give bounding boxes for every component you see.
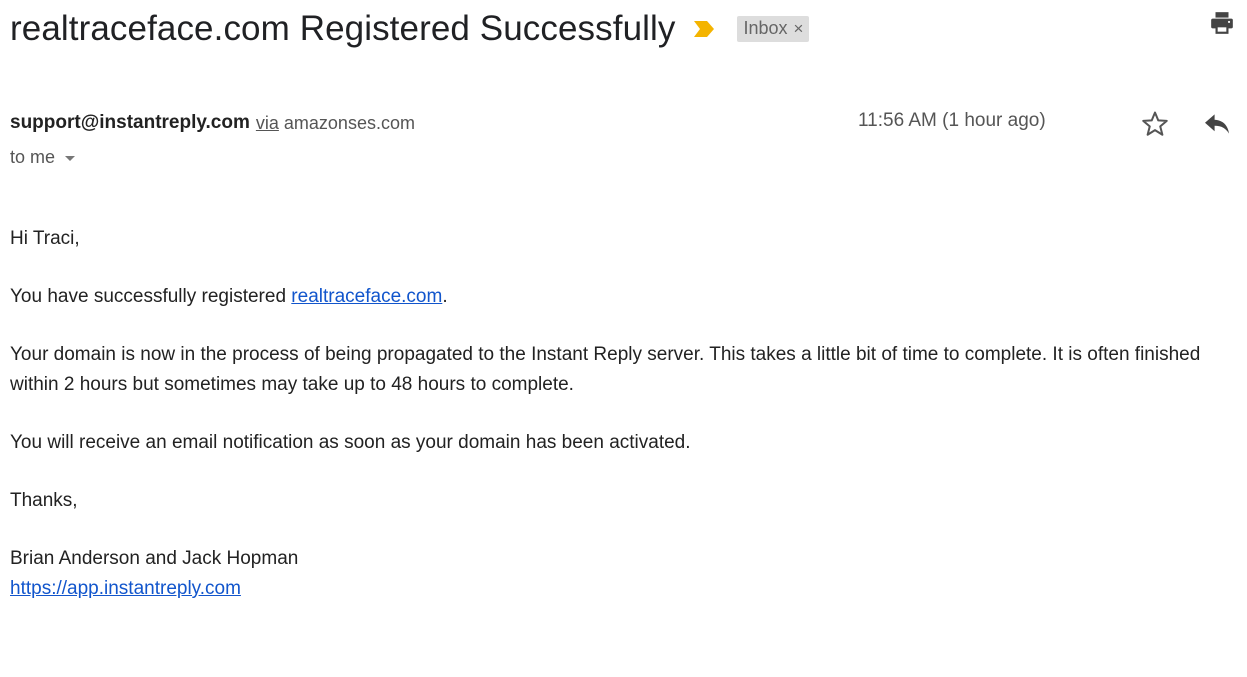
subject-row: realtraceface.com Registered Successfull…: [10, 6, 1240, 52]
star-icon[interactable]: [1140, 109, 1170, 139]
registered-suffix: .: [442, 286, 448, 307]
recipient-details-toggle[interactable]: to me: [10, 147, 76, 168]
via-info: via amazonses.com: [256, 113, 415, 134]
inbox-label-text: Inbox: [743, 18, 788, 38]
via-domain: amazonses.com: [283, 112, 415, 133]
recipient-text: to me: [10, 147, 56, 167]
registered-paragraph: You have successfully registered realtra…: [10, 282, 1235, 312]
email-subject: realtraceface.com Registered Successfull…: [10, 9, 676, 48]
print-icon[interactable]: [1209, 10, 1235, 36]
importance-marker-icon[interactable]: [692, 18, 716, 40]
notification-paragraph: You will receive an email notification a…: [10, 432, 691, 453]
email-timestamp: 11:56 AM (1 hour ago): [858, 110, 1046, 131]
signature-names: Brian Anderson and Jack Hopman: [10, 548, 299, 569]
sender-row: support@instantreply.com via amazonses.c…: [10, 108, 1229, 139]
chevron-down-icon[interactable]: [65, 156, 76, 161]
propagation-paragraph: Your domain is now in the process of bei…: [10, 344, 1201, 395]
domain-link[interactable]: realtraceface.com: [291, 286, 442, 307]
thanks-line: Thanks,: [10, 490, 78, 511]
signature: Brian Anderson and Jack Hopman https://a…: [10, 544, 1235, 604]
greeting: Hi Traci,: [10, 228, 80, 249]
email-body: Hi Traci, You have successfully register…: [10, 224, 1235, 632]
via-link[interactable]: via: [256, 113, 279, 133]
signature-link[interactable]: https://app.instantreply.com: [10, 574, 1235, 604]
remove-label-button[interactable]: ×: [794, 19, 804, 39]
inbox-label[interactable]: Inbox ×: [736, 16, 810, 42]
reply-icon[interactable]: [1202, 112, 1232, 136]
registered-prefix: You have successfully registered: [10, 286, 292, 307]
sender-email[interactable]: support@instantreply.com: [10, 112, 250, 134]
